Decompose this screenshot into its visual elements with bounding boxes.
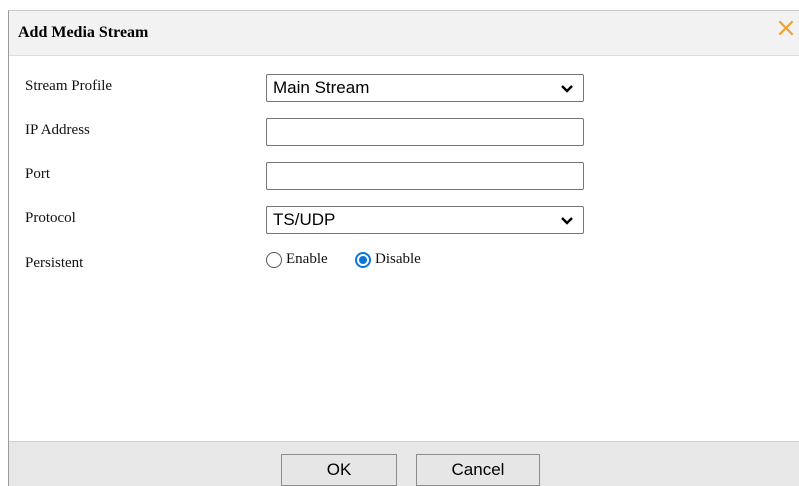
chevron-down-icon: [561, 85, 573, 93]
dialog-title-bar: Add Media Stream: [9, 11, 799, 56]
ip-address-label: IP Address: [25, 122, 90, 138]
disable-radio[interactable]: [355, 252, 371, 268]
disable-radio-label[interactable]: Disable: [375, 251, 421, 268]
dialog-footer: OK Cancel: [9, 441, 799, 486]
protocol-value: TS/UDP: [273, 210, 336, 229]
port-label: Port: [25, 166, 51, 182]
ip-address-field[interactable]: [266, 118, 584, 146]
dialog-title: Add Media Stream: [18, 24, 149, 41]
protocol-select[interactable]: TS/UDP: [266, 206, 584, 234]
chevron-down-icon: [561, 217, 573, 225]
add-media-stream-dialog: Add Media Stream Stream Profile Main Str…: [8, 10, 799, 486]
close-icon[interactable]: [777, 19, 795, 37]
enable-radio[interactable]: [266, 252, 282, 268]
ok-button[interactable]: OK: [281, 454, 397, 486]
persistent-label: Persistent: [25, 255, 84, 271]
protocol-label: Protocol: [25, 210, 76, 226]
stream-profile-select[interactable]: Main Stream: [266, 74, 584, 102]
cancel-button[interactable]: Cancel: [416, 454, 540, 486]
stream-profile-value: Main Stream: [273, 78, 370, 97]
stream-profile-label: Stream Profile: [25, 78, 113, 94]
port-field[interactable]: [266, 162, 584, 190]
enable-radio-label[interactable]: Enable: [286, 251, 328, 268]
